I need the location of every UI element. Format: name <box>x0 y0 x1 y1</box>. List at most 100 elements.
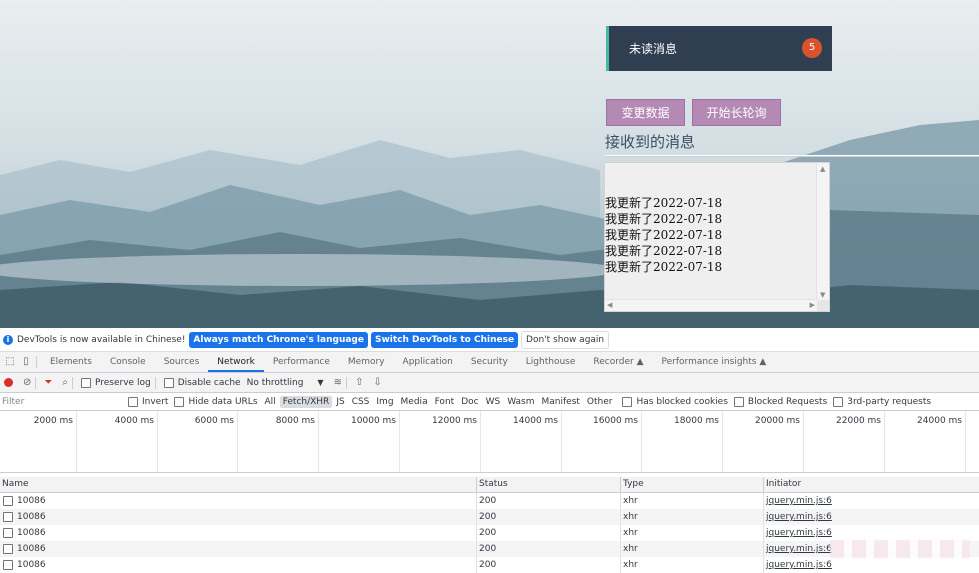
network-overview-timeline[interactable]: 2000 ms 4000 ms 6000 ms 8000 ms 10000 ms… <box>0 411 979 473</box>
scroll-corner <box>817 300 829 311</box>
unread-count-badge: 5 <box>802 38 822 58</box>
checkbox-icon[interactable] <box>128 396 138 407</box>
tab-performance-insights[interactable]: Performance insights ▲ <box>653 352 776 372</box>
request-initiator-link[interactable]: jquery.min.js:6 <box>764 557 979 573</box>
filter-type-manifest[interactable]: Manifest <box>539 396 583 408</box>
timeline-tick: 14000 ms <box>481 411 562 472</box>
timeline-tick: 20000 ms <box>723 411 804 472</box>
table-row[interactable]: 10086 200 xhr jquery.min.js:6 <box>0 493 979 509</box>
blocked-cookies-checkbox[interactable]: Has blocked cookies <box>622 396 728 407</box>
watermark <box>830 540 970 558</box>
throttling-select[interactable]: No throttling ▼ <box>247 378 324 388</box>
tab-security[interactable]: Security <box>462 352 517 372</box>
request-initiator-link[interactable]: jquery.min.js:6 <box>764 525 979 541</box>
tab-memory[interactable]: Memory <box>339 352 394 372</box>
request-status: 200 <box>477 541 621 557</box>
timeline-tick: 2000 ms <box>0 411 77 472</box>
switch-chinese-button[interactable]: Switch DevTools to Chinese <box>370 331 519 348</box>
change-data-button[interactable]: 变更数据 <box>606 99 685 126</box>
scroll-right-icon[interactable]: ▶ <box>810 301 815 309</box>
record-icon[interactable] <box>4 378 13 387</box>
export-har-icon[interactable]: ⇩ <box>373 377 381 388</box>
throttling-value: No throttling <box>246 377 304 388</box>
blocked-requests-checkbox[interactable]: Blocked Requests <box>733 396 827 407</box>
infobar-text: DevTools is now available in Chinese! <box>17 334 186 345</box>
horizontal-scrollbar[interactable]: ◀ ▶ <box>605 299 817 311</box>
filter-type-doc[interactable]: Doc <box>458 396 481 408</box>
tab-performance[interactable]: Performance <box>264 352 339 372</box>
request-initiator-link[interactable]: jquery.min.js:6 <box>764 509 979 525</box>
tab-console[interactable]: Console <box>101 352 155 372</box>
filter-type-js[interactable]: JS <box>333 396 347 408</box>
preserve-log-label: Preserve log <box>95 377 151 388</box>
filter-type-font[interactable]: Font <box>432 396 458 408</box>
clear-icon[interactable]: ⊘ <box>23 377 31 388</box>
request-type: xhr <box>621 541 764 557</box>
import-har-icon[interactable]: ⇧ <box>355 377 363 388</box>
checkbox-icon[interactable] <box>163 377 174 388</box>
filter-type-other[interactable]: Other <box>584 396 616 408</box>
network-filterbar: Filter Invert Hide data URLs All Fetch/X… <box>0 393 979 411</box>
inspect-element-icon[interactable]: ⬚ <box>4 356 16 368</box>
timeline-tick: 24000 ms <box>885 411 966 472</box>
filter-type-all[interactable]: All <box>262 396 279 408</box>
filter-type-img[interactable]: Img <box>373 396 396 408</box>
column-type[interactable]: Type <box>621 477 764 492</box>
filter-type-ws[interactable]: WS <box>483 396 504 408</box>
disable-cache-checkbox[interactable]: Disable cache <box>163 377 241 388</box>
timeline-tick: 12000 ms <box>400 411 481 472</box>
table-row[interactable]: 10086 200 xhr jquery.min.js:6 <box>0 509 979 525</box>
timeline-tick: 22000 ms <box>804 411 885 472</box>
request-type: xhr <box>621 493 764 509</box>
scroll-up-icon[interactable]: ▲ <box>820 165 825 173</box>
tab-sources[interactable]: Sources <box>155 352 209 372</box>
received-messages-title: 接收到的消息 <box>605 133 696 151</box>
tab-network[interactable]: Network <box>208 352 264 372</box>
table-row[interactable]: 10086 200 xhr jquery.min.js:6 <box>0 525 979 541</box>
third-party-checkbox[interactable]: 3rd-party requests <box>833 396 931 407</box>
message-item: 我更新了2022-07-18 <box>605 212 723 226</box>
scroll-down-icon[interactable]: ▼ <box>820 291 825 299</box>
checkbox-icon[interactable] <box>733 396 744 407</box>
filter-type-wasm[interactable]: Wasm <box>504 396 537 408</box>
dont-show-again-button[interactable]: Don't show again <box>521 330 610 349</box>
timeline-tick: 16000 ms <box>562 411 642 472</box>
tab-elements[interactable]: Elements <box>41 352 101 372</box>
vertical-scrollbar[interactable]: ▲ ▼ <box>816 163 829 301</box>
preserve-log-checkbox[interactable]: Preserve log <box>81 377 151 388</box>
column-name[interactable]: Name <box>0 477 477 492</box>
web-page: 未读消息 5 变更数据 开始长轮询 接收到的消息 我更新了2022-07-18 … <box>0 0 979 328</box>
filter-icon[interactable]: ⏷ <box>44 377 52 388</box>
table-row[interactable]: 10086 200 xhr jquery.min.js:6 <box>0 557 979 573</box>
filter-type-css[interactable]: CSS <box>349 396 373 408</box>
tab-recorder[interactable]: Recorder ▲ <box>584 352 652 372</box>
checkbox-icon[interactable] <box>833 396 844 407</box>
hide-data-urls-label: Hide data URLs <box>188 396 258 407</box>
checkbox-icon[interactable] <box>174 396 185 407</box>
checkbox-icon[interactable] <box>81 377 91 388</box>
request-type: xhr <box>621 509 764 525</box>
checkbox-icon[interactable] <box>622 396 633 407</box>
tab-application[interactable]: Application <box>394 352 462 372</box>
request-name: 10086 <box>17 544 46 554</box>
filter-type-media[interactable]: Media <box>398 396 431 408</box>
filter-input[interactable]: Filter <box>0 397 128 407</box>
request-name: 10086 <box>17 528 46 538</box>
match-language-button[interactable]: Always match Chrome's language <box>189 331 368 348</box>
device-toolbar-icon[interactable]: ▯ <box>20 356 32 368</box>
scroll-left-icon[interactable]: ◀ <box>607 301 612 309</box>
filter-type-fetch-xhr[interactable]: Fetch/XHR <box>279 395 333 408</box>
start-long-poll-button[interactable]: 开始长轮询 <box>692 99 781 126</box>
invert-checkbox[interactable]: Invert <box>128 396 168 407</box>
file-icon <box>3 527 13 538</box>
received-messages-box[interactable]: 我更新了2022-07-18 我更新了2022-07-18 我更新了2022-0… <box>604 162 830 312</box>
column-initiator[interactable]: Initiator <box>764 477 979 492</box>
chevron-down-icon[interactable]: ▼ <box>317 378 323 387</box>
request-initiator-link[interactable]: jquery.min.js:6 <box>764 493 979 509</box>
file-icon <box>3 559 13 570</box>
hide-data-urls-checkbox[interactable]: Hide data URLs <box>174 396 258 407</box>
tab-lighthouse[interactable]: Lighthouse <box>517 352 585 372</box>
column-status[interactable]: Status <box>477 477 621 492</box>
search-icon[interactable]: ⌕ <box>62 377 68 388</box>
network-conditions-icon[interactable]: ≋ <box>334 377 342 388</box>
